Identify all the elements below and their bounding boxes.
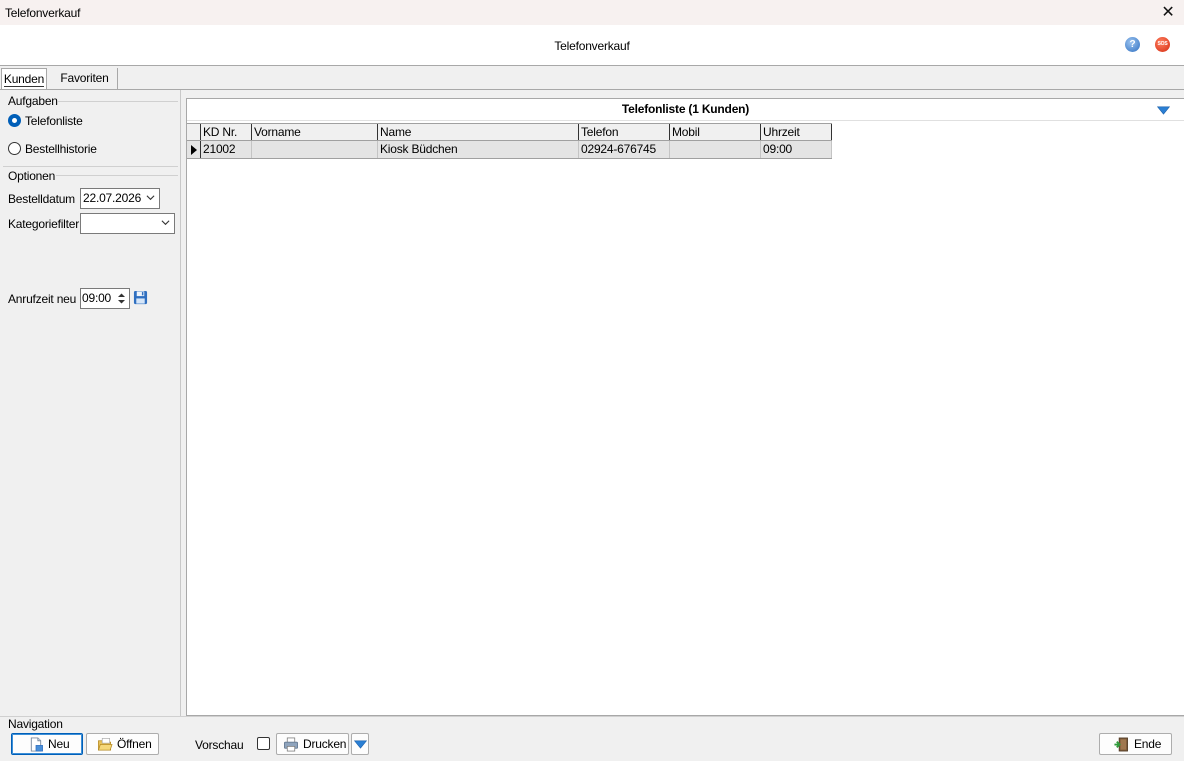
radio-telefonliste-label[interactable]: Telefonliste bbox=[25, 114, 83, 128]
aufgaben-group-bottom bbox=[3, 166, 178, 167]
table-header-row: KD Nr. Vorname Name Telefon Mobil Uhrzei… bbox=[187, 123, 832, 141]
drucken-menu-button[interactable] bbox=[351, 733, 369, 755]
cell-vorname[interactable] bbox=[252, 141, 378, 158]
neu-button[interactable]: Neu bbox=[11, 733, 83, 755]
aufgaben-group-title: Aufgaben bbox=[8, 94, 58, 108]
save-icon[interactable] bbox=[133, 290, 148, 305]
column-header-vorname[interactable]: Vorname bbox=[252, 124, 378, 140]
kategoriefilter-select[interactable] bbox=[80, 213, 175, 234]
radio-telefonliste[interactable] bbox=[8, 114, 21, 127]
anrufzeit-value: 09:00 bbox=[82, 291, 112, 305]
column-header-telefon[interactable]: Telefon bbox=[579, 124, 670, 140]
cell-telefon[interactable]: 02924-676745 bbox=[579, 141, 670, 158]
bestelldatum-label: Bestelldatum bbox=[8, 192, 75, 206]
dropdown-arrow-icon bbox=[354, 740, 367, 749]
help-icon[interactable]: ? bbox=[1125, 37, 1140, 52]
app-header: Telefonverkauf ? SOS bbox=[0, 25, 1184, 66]
cell-uhrzeit[interactable]: 09:00 bbox=[761, 141, 832, 158]
oeffnen-button[interactable]: Öffnen bbox=[86, 733, 159, 755]
ende-button[interactable]: Ende bbox=[1099, 733, 1172, 755]
row-header-corner bbox=[187, 124, 201, 140]
neu-button-label: Neu bbox=[48, 737, 70, 751]
cell-mobil[interactable] bbox=[670, 141, 761, 158]
exit-icon bbox=[1114, 737, 1128, 752]
drucken-button[interactable]: Drucken bbox=[276, 733, 349, 755]
left-panel: Aufgaben Telefonliste Bestellhistorie Op… bbox=[0, 90, 181, 716]
new-document-icon bbox=[30, 737, 43, 752]
dropdown-arrow-icon[interactable] bbox=[1157, 106, 1170, 115]
aufgaben-group-line bbox=[58, 101, 178, 102]
chevron-down-icon bbox=[161, 220, 170, 226]
cell-kdnr[interactable]: 21002 bbox=[201, 141, 252, 158]
optionen-group-line bbox=[56, 175, 178, 176]
column-header-mobil[interactable]: Mobil bbox=[670, 124, 761, 140]
bottom-separator bbox=[0, 716, 1184, 717]
optionen-group-title: Optionen bbox=[8, 169, 56, 183]
printer-icon bbox=[284, 737, 298, 752]
drucken-button-label: Drucken bbox=[303, 737, 347, 751]
kategoriefilter-label: Kategoriefilter bbox=[8, 217, 80, 231]
radio-bestellhistorie-label[interactable]: Bestellhistorie bbox=[25, 142, 97, 156]
tab-favoriten[interactable]: Favoriten bbox=[52, 68, 118, 89]
column-header-kdnr[interactable]: KD Nr. bbox=[201, 124, 252, 140]
cell-name[interactable]: Kiosk Büdchen bbox=[378, 141, 579, 158]
ende-button-label: Ende bbox=[1134, 737, 1162, 751]
column-header-name[interactable]: Name bbox=[378, 124, 579, 140]
navigation-group-title: Navigation bbox=[8, 717, 63, 731]
window-titlebar: Telefonverkauf ✕ bbox=[0, 0, 1184, 25]
row-indicator[interactable] bbox=[187, 141, 201, 158]
tab-kunden[interactable]: Kunden bbox=[1, 68, 47, 89]
tab-kunden-label: Kunden bbox=[3, 72, 45, 87]
page-title: Telefonverkauf bbox=[554, 39, 630, 53]
grid-title: Telefonliste (1 Kunden) bbox=[187, 99, 1184, 121]
close-icon[interactable]: ✕ bbox=[1159, 4, 1177, 22]
vorschau-label: Vorschau bbox=[195, 738, 244, 752]
window-title: Telefonverkauf bbox=[5, 6, 81, 20]
open-folder-icon bbox=[97, 738, 113, 751]
chevron-down-icon bbox=[146, 195, 155, 201]
tab-favoriten-label: Favoriten bbox=[60, 71, 109, 85]
column-header-uhrzeit[interactable]: Uhrzeit bbox=[761, 124, 832, 140]
bestelldatum-value: 22.07.2026 bbox=[83, 191, 142, 205]
anrufzeit-spinner[interactable]: 09:00 bbox=[80, 288, 130, 309]
customer-table: KD Nr. Vorname Name Telefon Mobil Uhrzei… bbox=[187, 123, 832, 159]
radio-bestellhistorie[interactable] bbox=[8, 142, 21, 155]
sos-icon[interactable]: SOS bbox=[1155, 37, 1170, 52]
spinner-arrows-icon[interactable] bbox=[116, 291, 127, 306]
vorschau-checkbox[interactable] bbox=[257, 737, 270, 750]
row-pointer-icon bbox=[191, 145, 197, 155]
table-row[interactable]: 21002 Kiosk Büdchen 02924-676745 09:00 bbox=[187, 141, 832, 159]
bestelldatum-picker[interactable]: 22.07.2026 bbox=[80, 188, 160, 209]
oeffnen-button-label: Öffnen bbox=[117, 737, 152, 751]
anrufzeit-label: Anrufzeit neu bbox=[8, 292, 77, 306]
telefonliste-panel: Telefonliste (1 Kunden) KD Nr. Vorname N… bbox=[186, 98, 1184, 716]
